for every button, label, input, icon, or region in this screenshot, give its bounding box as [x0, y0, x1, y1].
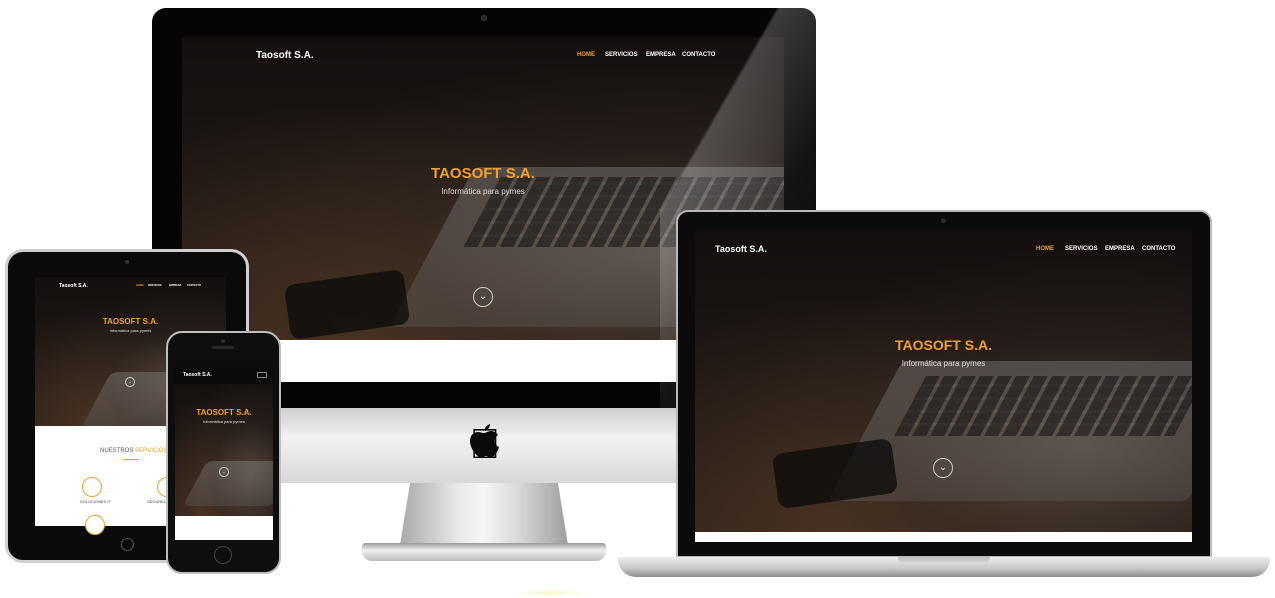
macbook-opening-notch — [898, 557, 990, 564]
iphone-speaker — [212, 346, 234, 349]
iphone-screen: Taosoft S.A. TAOSOFT S.A. Informática pa… — [175, 366, 273, 516]
imac-camera — [481, 15, 487, 21]
iphone-home-button[interactable] — [214, 546, 232, 564]
floor-reflection — [520, 590, 580, 596]
service-icon — [85, 515, 105, 535]
hero-photo-keyboard — [894, 376, 1192, 436]
services-heading-prefix: NUESTROS — [100, 448, 136, 454]
hero-title: TAOSOFT S.A. — [196, 408, 252, 417]
nav-empresa[interactable]: EMPRESA — [169, 284, 181, 287]
ipad-camera — [125, 260, 129, 264]
site-brand[interactable]: Taosoft S.A. — [59, 283, 88, 289]
service-label: SOLUCIONES IT — [80, 499, 111, 504]
menu-icon[interactable] — [257, 372, 267, 378]
iphone-camera — [221, 339, 225, 343]
nav-servicios[interactable]: SERVICIOS — [1065, 246, 1098, 252]
site-brand[interactable]: Taosoft S.A. — [715, 244, 767, 254]
services-heading-highlight: SERVICIOS — [135, 448, 168, 454]
hero-title: TAOSOFT S.A. — [102, 317, 159, 326]
macbook-camera — [941, 218, 946, 223]
nav-home[interactable]: HOME — [577, 52, 595, 58]
hero-title: TAOSOFT S.A. — [895, 337, 992, 353]
monitor-icon — [82, 477, 102, 497]
ipad-home-button[interactable] — [121, 538, 134, 551]
chevron-down-icon[interactable]: ⌄ — [219, 467, 229, 477]
nav-contacto[interactable]: CONTACTO — [1142, 246, 1175, 252]
nav-home[interactable]: HOME — [1036, 246, 1054, 252]
chevron-down-icon[interactable]: ⌄ — [473, 287, 493, 307]
services-heading-underline — [123, 459, 139, 460]
nav-servicios[interactable]: SERVICIOS — [605, 52, 638, 58]
site-brand[interactable]: Taosoft S.A. — [183, 372, 212, 378]
apple-logo-icon — [470, 424, 499, 458]
site-brand[interactable]: Taosoft S.A. — [256, 50, 314, 61]
imac-stand — [400, 483, 568, 545]
nav-empresa[interactable]: EMPRESA — [1105, 246, 1135, 252]
nav-home[interactable]: HOME — [136, 284, 144, 287]
iphone-screen-content-below — [175, 516, 273, 540]
chevron-down-icon[interactable]: ⌄ — [933, 458, 953, 478]
imac-foot — [362, 543, 606, 561]
nav-contacto[interactable]: CONTACTO — [187, 284, 201, 287]
macbook-screen-content-below — [695, 532, 1192, 542]
services-heading: NUESTROS SERVICIOS — [100, 448, 168, 454]
macbook-screen: Taosoft S.A. HOME SERVICIOS EMPRESA CONT… — [695, 231, 1192, 532]
hero-subtitle: Informática para pymes — [901, 359, 986, 368]
hero-subtitle: Informática para pymes — [203, 419, 245, 424]
chevron-down-icon[interactable]: ⌄ — [125, 377, 135, 387]
nav-servicios[interactable]: SERVICIOS — [148, 284, 162, 287]
